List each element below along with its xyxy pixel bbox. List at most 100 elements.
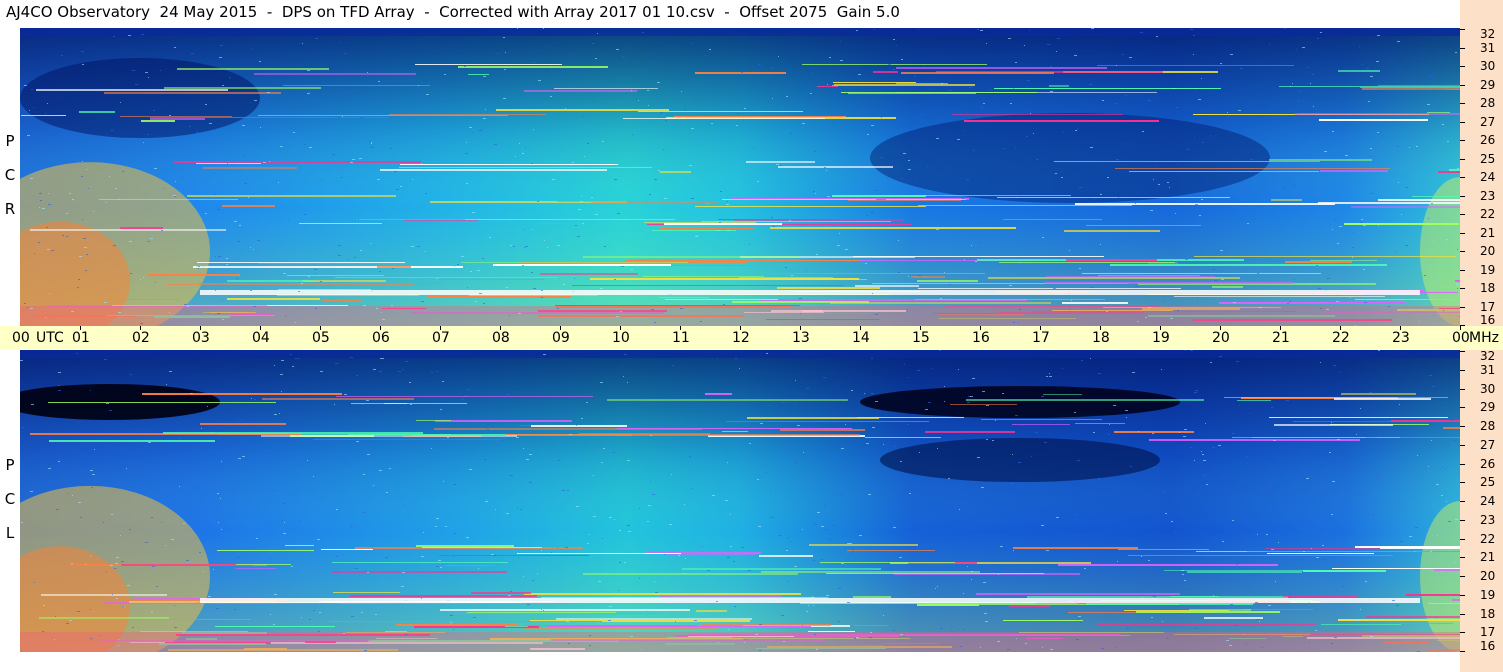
spec-lcp-noise-463	[646, 610, 649, 611]
spec-lcp-noise-367	[1323, 507, 1326, 508]
spec-rcp-noise-304	[160, 70, 161, 71]
spec-rcp-interference-128	[659, 297, 709, 298]
spec-rcp-noise-436	[45, 113, 46, 114]
lcp-y-tick-30	[1460, 389, 1465, 390]
spec-lcp-noise-484	[1132, 539, 1133, 540]
spec-lcp-noise-27	[1019, 483, 1020, 484]
spec-rcp-noise-147	[93, 211, 94, 212]
lcp-y-label-20: 20	[1480, 569, 1496, 583]
spec-lcp-noise-98	[875, 401, 878, 402]
spec-rcp-noise-656	[1175, 213, 1176, 214]
spec-rcp-noise-119	[1455, 52, 1457, 53]
spec-lcp-interference-152	[236, 564, 291, 565]
spec-rcp-noise-319	[563, 284, 565, 285]
spec-lcp-noise-309	[1331, 422, 1332, 423]
spec-rcp-noise-527	[1100, 193, 1101, 194]
spec-rcp-noise-243	[359, 158, 362, 159]
spec-rcp-noise-3	[341, 177, 343, 178]
spec-rcp-noise-544	[1071, 300, 1072, 301]
spec-rcp-noise-456	[1019, 309, 1021, 310]
spec-lcp-noise-616	[1360, 408, 1361, 409]
spec-lcp-noise-361	[379, 371, 382, 372]
spec-rcp-noise-276	[226, 264, 228, 265]
spec-lcp-noise-674	[436, 371, 438, 372]
spec-rcp-noise-136	[1135, 286, 1138, 287]
spec-lcp-noise-259	[1130, 466, 1132, 467]
spec-rcp-interference-20	[1378, 199, 1460, 201]
spec-rcp-noise-534	[86, 254, 88, 255]
spec-lcp-noise-161	[1306, 478, 1309, 479]
spec-lcp-noise-163	[654, 581, 655, 582]
spec-rcp-interference-59	[380, 169, 607, 171]
spec-rcp-noise-127	[537, 201, 539, 202]
spec-rcp-noise-182	[315, 308, 317, 309]
spec-rcp-noise-512	[620, 311, 622, 312]
spec-lcp-noise-52	[1454, 440, 1456, 441]
spec-rcp-noise-403	[778, 56, 779, 57]
lcp-y-tick-29	[1460, 407, 1465, 408]
spec-rcp-noise-496	[813, 191, 815, 192]
spec-lcp-interference-138	[1013, 547, 1138, 549]
spec-rcp-noise-690	[219, 57, 222, 58]
spec-rcp-noise-76	[400, 186, 402, 187]
spec-rcp-interference-156	[1427, 112, 1450, 113]
spec-lcp-noise-688	[806, 611, 808, 612]
spec-lcp-interference-111	[950, 404, 1017, 405]
spec-lcp-noise-5	[672, 365, 674, 366]
spec-rcp-noise-117	[758, 64, 761, 65]
spec-lcp-noise-652	[1142, 597, 1143, 598]
spec-lcp-noise-43	[1178, 613, 1180, 614]
spec-lcp-noise-321	[537, 573, 538, 574]
spec-rcp-noise-64	[39, 207, 40, 208]
spec-rcp-noise-163	[417, 246, 420, 247]
spec-lcp-noise-186	[1445, 469, 1446, 470]
spec-lcp-noise-692	[758, 526, 761, 527]
spec-lcp-noise-571	[685, 558, 686, 559]
spec-rcp-noise-205	[503, 37, 505, 38]
spec-rcp-noise-576	[1068, 293, 1070, 294]
spec-lcp-noise-662	[728, 629, 729, 630]
spec-lcp-noise-343	[506, 394, 509, 395]
spec-lcp-interference-1	[1114, 431, 1194, 433]
spec-rcp-noise-35	[632, 134, 633, 135]
spec-rcp-noise-449	[139, 229, 142, 230]
spec-lcp-noise-403	[608, 620, 611, 621]
spec-lcp-noise-84	[904, 364, 905, 365]
spec-lcp-noise-206	[782, 402, 785, 403]
spec-lcp-noise-45	[127, 585, 130, 586]
spec-lcp-noise-691	[1015, 415, 1018, 416]
spec-rcp-interference-27	[777, 287, 880, 289]
spec-rcp-noise-216	[72, 199, 74, 200]
spec-rcp-noise-612	[651, 309, 654, 310]
spec-rcp-noise-231	[790, 133, 792, 134]
spec-lcp-noise-533	[1226, 640, 1229, 641]
spec-rcp-noise-61	[77, 287, 79, 288]
spec-rcp-noise-453	[975, 261, 977, 262]
spec-lcp-noise-458	[939, 350, 941, 351]
spec-rcp-noise-192	[494, 144, 497, 145]
spec-lcp-noise-360	[900, 524, 903, 525]
spec-lcp-noise-172	[1002, 393, 1004, 394]
spec-rcp-noise-252	[575, 225, 577, 226]
time-axis-bar: 00 UTC 01 02 03 04 05 06 07 08 09 10 11 12 13 14 15 16 17 1…	[0, 326, 1503, 350]
lcp-label-column: P C L	[0, 350, 20, 652]
spec-rcp-noise-479	[536, 71, 537, 72]
lcp-y-label-27: 27	[1480, 438, 1496, 452]
spec-lcp-interference-35	[446, 565, 494, 566]
spec-rcp-noise-599	[509, 315, 510, 316]
spec-rcp-noise-146	[1420, 58, 1421, 59]
spec-lcp-interference-46	[142, 393, 342, 395]
spec-rcp-noise-452	[749, 244, 750, 245]
spec-rcp-noise-501	[472, 132, 473, 133]
spec-lcp-noise-212	[380, 358, 383, 359]
spec-lcp-noise-347	[290, 354, 292, 355]
spec-lcp-noise-539	[1046, 550, 1049, 551]
spec-lcp-noise-32	[491, 554, 494, 555]
spec-lcp-noise-335	[1074, 514, 1077, 515]
spec-lcp-interference-53	[1400, 623, 1453, 624]
spec-lcp-noise-404	[998, 574, 999, 575]
spec-rcp-noise-245	[338, 245, 341, 246]
spec-lcp-interference-215	[981, 419, 1102, 420]
spec-lcp-noise-551	[215, 477, 216, 478]
spec-rcp-noise-605	[442, 89, 445, 90]
